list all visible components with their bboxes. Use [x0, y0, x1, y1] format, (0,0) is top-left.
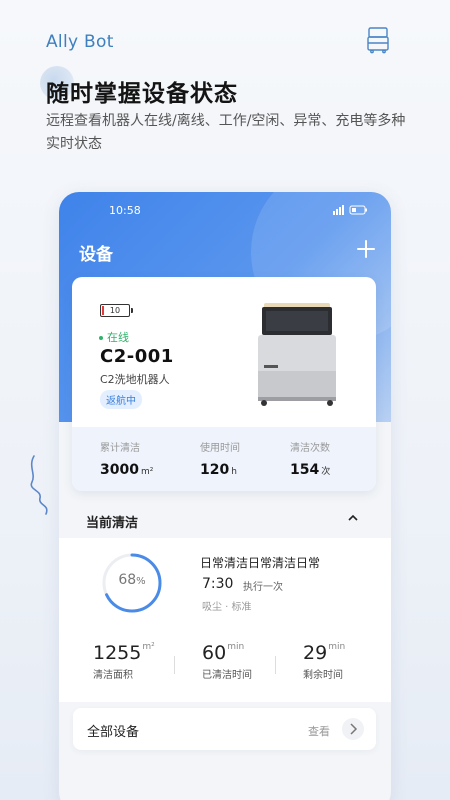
task-repeat: 执行一次 [243, 582, 283, 593]
headline: 随时掌握设备状态 [46, 81, 238, 107]
device-card[interactable]: 10 在线 C2-001 C2洗地机器人 返航中 累计清洁 3000 m² 使用时… [72, 277, 376, 491]
metric-label: 清洁面积 [93, 670, 133, 681]
online-label: 在线 [107, 331, 129, 344]
stat-label: 累计清洁 [100, 443, 140, 454]
metric-clean-area: 1255m² 清洁面积 [93, 642, 183, 681]
stat-total-clean: 累计清洁 3000 m² [100, 439, 190, 478]
stat-label: 使用时间 [200, 443, 240, 454]
view-link[interactable]: 查看 [308, 723, 330, 739]
task-mode: 吸尘 · 标准 [202, 602, 252, 613]
stat-value: 154 次 [290, 462, 331, 478]
metric-elapsed-time: 60min 已清洁时间 [202, 642, 292, 681]
divider [275, 656, 276, 674]
device-id: C2-001 [100, 346, 174, 367]
signal-battery-icon [333, 205, 367, 215]
divider [174, 656, 175, 674]
stat-value: 120 h [200, 462, 237, 478]
stat-label: 清洁次数 [290, 443, 330, 454]
metric-label: 已清洁时间 [202, 670, 252, 681]
task-time: 7:30 [202, 576, 234, 592]
stat-clean-count: 清洁次数 154 次 [290, 439, 376, 478]
subline: 远程查看机器人在线/离线、工作/空闲、异常、充电等多种实时状态 [46, 113, 406, 152]
progress-text: 68% [118, 572, 146, 588]
status-dot [99, 336, 103, 340]
robot-image [258, 303, 336, 406]
chevron-right-icon[interactable] [342, 718, 364, 740]
chevron-up-icon[interactable] [347, 512, 359, 524]
robot-icon[interactable] [366, 26, 390, 54]
stats-panel: 累计清洁 3000 m² 使用时间 120 h 清洁次数 154 次 [72, 427, 376, 491]
phone-mockup: 10:58 设备 10 在线 C2-001 C2洗地机器人 返航中 累计清洁 3… [59, 192, 391, 800]
status-bar-time: 10:58 [109, 204, 141, 217]
current-cleaning-card: 68% 日常清洁日常清洁日常 7:30 执行一次 吸尘 · 标准 1255m² … [59, 538, 391, 702]
battery-indicator: 10 [100, 304, 133, 317]
metric-remaining-time: 29min 剩余时间 [303, 642, 391, 681]
status-badge: 返航中 [100, 390, 142, 409]
all-devices-label: 全部设备 [87, 725, 140, 740]
online-status: 在线 [99, 329, 129, 345]
current-cleaning-title: 当前清洁 [86, 516, 139, 531]
page-title: 设备 [79, 245, 113, 265]
app-brand: Ally Bot [46, 32, 114, 52]
metric-label: 剩余时间 [303, 670, 343, 681]
task-name: 日常清洁日常清洁日常 [200, 556, 321, 570]
stat-usage-time: 使用时间 120 h [200, 439, 290, 478]
stat-value: 3000 m² [100, 462, 154, 478]
all-devices-row[interactable]: 全部设备 查看 [73, 708, 376, 750]
device-type: C2洗地机器人 [100, 373, 170, 386]
add-icon[interactable] [355, 238, 377, 260]
